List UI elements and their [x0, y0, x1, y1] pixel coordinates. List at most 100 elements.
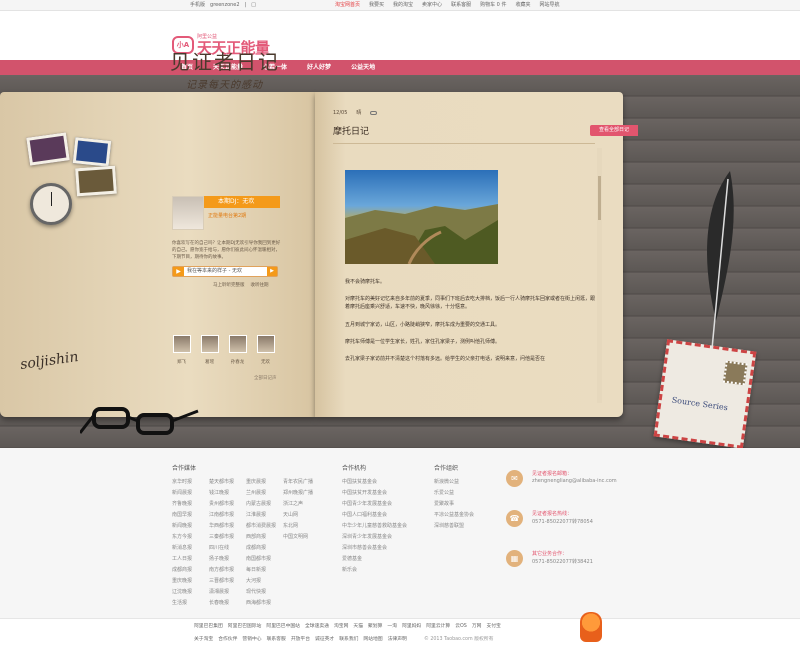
group-link[interactable]: 支付宝 — [486, 622, 500, 629]
scroll-thumb[interactable] — [598, 176, 601, 220]
group-link[interactable]: 淘宝网 — [334, 622, 348, 629]
org-link[interactable]: 中国扶贫基金会 — [342, 479, 407, 486]
about-link[interactable]: 合作伙伴 — [218, 635, 237, 642]
topbar-link[interactable]: 我要买 — [369, 0, 384, 10]
org-link[interactable]: 中国人口福利基金会 — [342, 512, 407, 519]
org-link[interactable]: 中华少年儿童慈善救助基金会 — [342, 523, 407, 530]
media-link[interactable]: 重庆晨报 — [246, 479, 283, 486]
group-link[interactable]: 阿里云计算 — [426, 622, 450, 629]
topbar-link[interactable]: 联系客服 — [451, 0, 471, 10]
play-icon[interactable]: ▶ — [173, 267, 184, 276]
media-link[interactable]: 京华时报 — [172, 479, 209, 486]
group-link[interactable]: 聚划算 — [368, 622, 382, 629]
media-link[interactable]: 成都商报 — [246, 545, 283, 552]
avatar-item[interactable]: 葛瑶 — [200, 335, 219, 365]
group-link[interactable]: 阿里巴巴国际站 — [228, 622, 262, 629]
group-link[interactable]: 天猫 — [353, 622, 363, 629]
media-link[interactable]: 辽沈晚报 — [172, 589, 209, 596]
media-link[interactable]: 生活报 — [172, 600, 209, 607]
org-link[interactable]: 深圳青少年发展基金会 — [342, 534, 407, 541]
group-link[interactable]: 阿里妈妈 — [402, 622, 421, 629]
about-link[interactable]: 网站地图 — [363, 635, 382, 642]
media-link[interactable]: 重庆晚报 — [172, 578, 209, 585]
avatar-item[interactable]: 孙春龙 — [228, 335, 247, 365]
group-link[interactable]: 云OS — [455, 622, 467, 629]
entry-scrollbar[interactable] — [597, 148, 602, 403]
dj-episode-link[interactable]: 正能量电台第2期 — [208, 212, 246, 219]
media-link[interactable]: 西部商报 — [246, 534, 283, 541]
org-link[interactable]: 中国扶贫开发基金会 — [342, 490, 407, 497]
view-all-diaries-button[interactable]: 查看全部日记 — [590, 125, 638, 136]
media-link[interactable]: 南方都市报 — [209, 567, 246, 574]
group-link[interactable]: 新浪微公益 — [434, 479, 474, 486]
media-link[interactable]: 扬子晚报 — [209, 556, 246, 563]
media-link[interactable]: 新消息报 — [172, 545, 209, 552]
about-link[interactable]: 营销中心 — [242, 635, 261, 642]
group-link[interactable]: 阿里巴巴中国站 — [266, 622, 300, 629]
topbar-link[interactable]: 卖家中心 — [422, 0, 442, 10]
media-link[interactable]: 每日新报 — [246, 567, 283, 574]
media-link[interactable]: 潇湘晨报 — [209, 589, 246, 596]
nav-item[interactable]: 公益天地 — [341, 60, 385, 75]
player-link[interactable]: 收听往期 — [251, 282, 269, 288]
media-link[interactable]: 江南都市报 — [209, 512, 246, 519]
media-link[interactable]: 钱江晚报 — [209, 490, 246, 497]
media-link[interactable]: 中国文明网 — [283, 534, 327, 541]
topbar-link[interactable]: 收藏夹 — [515, 0, 530, 10]
topbar-left-link[interactable]: □ — [251, 0, 256, 10]
topbar-left-link[interactable]: | — [245, 0, 247, 10]
media-link[interactable]: 长春晚报 — [209, 600, 246, 607]
topbar-link[interactable]: 购物车 0 件 — [480, 0, 506, 10]
group-link[interactable]: 一淘 — [387, 622, 397, 629]
media-link[interactable]: 新闻晚报 — [172, 523, 209, 530]
media-link[interactable]: 都市消费晨报 — [246, 523, 283, 530]
media-link[interactable]: 贵州都市报 — [209, 501, 246, 508]
media-link[interactable]: 三晋都市报 — [209, 578, 246, 585]
media-link[interactable]: 南国都市报 — [246, 556, 283, 563]
nav-item[interactable]: 好人好梦 — [297, 60, 341, 75]
about-link[interactable]: 法律声明 — [388, 635, 407, 642]
topbar-link[interactable]: 淘宝网首页 — [335, 0, 360, 10]
contact-value[interactable]: 0571-85022077转38421 — [532, 558, 593, 565]
org-link[interactable]: 新乐会 — [342, 567, 407, 574]
topbar-left-link[interactable]: 手机版 — [190, 0, 205, 10]
media-link[interactable]: 南国早报 — [172, 512, 209, 519]
group-link[interactable]: 平凉公益基金协会 — [434, 512, 474, 519]
avatar-item[interactable]: 无欢 — [256, 335, 275, 365]
topbar-link[interactable]: 网站导航 — [539, 0, 559, 10]
media-link[interactable]: 内蒙古晨报 — [246, 501, 283, 508]
org-link[interactable]: 爱德基金 — [342, 556, 407, 563]
media-link[interactable]: 东北网 — [283, 523, 327, 530]
audio-player[interactable]: ▶ 我在等本来的样子 - 无欢 ▶ — [172, 266, 278, 277]
group-link[interactable]: 万网 — [472, 622, 482, 629]
media-link[interactable]: 兰州晨报 — [246, 490, 283, 497]
group-link[interactable]: 爱聚故事 — [434, 501, 474, 508]
media-link[interactable]: 齐鲁晚报 — [172, 501, 209, 508]
more-diaries-link[interactable]: 全部日记声 — [254, 375, 277, 381]
topbar-left-link[interactable]: greenzone2 — [210, 0, 240, 10]
about-link[interactable]: 关于淘宝 — [194, 635, 213, 642]
media-link[interactable]: 现代快报 — [246, 589, 283, 596]
avatar-item[interactable]: 郑飞 — [172, 335, 191, 365]
media-link[interactable]: 东方今报 — [172, 534, 209, 541]
media-link[interactable]: 楚天都市报 — [209, 479, 246, 486]
org-link[interactable]: 中国青少年发展基金会 — [342, 501, 407, 508]
media-link[interactable]: 浙江之声 — [283, 501, 327, 508]
contact-value[interactable]: zhengnengliang@alibaba-inc.com — [532, 478, 617, 484]
media-link[interactable]: 江淮晨报 — [246, 512, 283, 519]
about-link[interactable]: 开放平台 — [291, 635, 310, 642]
contact-value[interactable]: 0571-85022077转78054 — [532, 518, 593, 525]
media-link[interactable]: 西海都市报 — [246, 600, 283, 607]
dj-card[interactable]: 本期DJ：无欢 正能量电台第2期 — [172, 196, 280, 230]
media-link[interactable]: 新闻晨报 — [172, 490, 209, 497]
group-link[interactable]: 阿里巴巴集团 — [194, 622, 223, 629]
media-link[interactable]: 大河报 — [246, 578, 283, 585]
media-link[interactable]: 成都商报 — [172, 567, 209, 574]
topbar-link[interactable]: 我的淘宝 — [393, 0, 413, 10]
group-link[interactable]: 深圳慈善联盟 — [434, 523, 474, 530]
media-link[interactable]: 青年农民广播 — [283, 479, 327, 486]
group-link[interactable]: 全球速卖通 — [305, 622, 329, 629]
media-link[interactable]: 三秦都市报 — [209, 534, 246, 541]
about-link[interactable]: 诚征英才 — [315, 635, 334, 642]
about-link[interactable]: 联系我们 — [339, 635, 358, 642]
